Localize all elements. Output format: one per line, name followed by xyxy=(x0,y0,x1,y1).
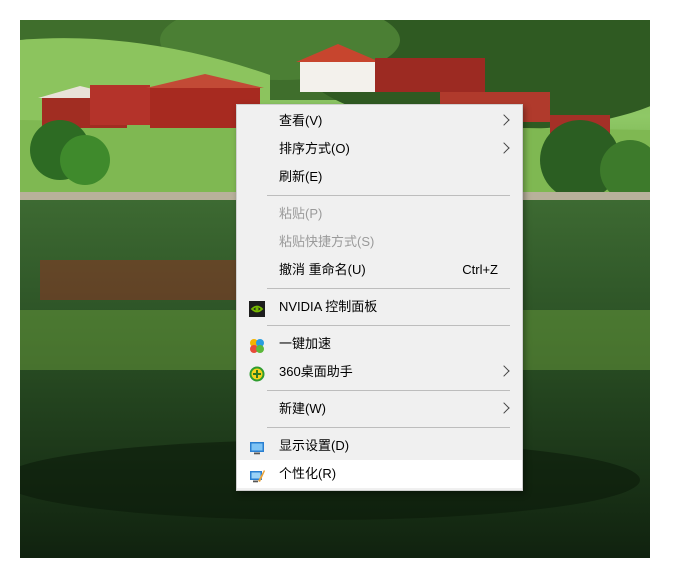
menu-item-label: 查看(V) xyxy=(279,113,323,128)
menu-item-label: 新建(W) xyxy=(279,401,326,416)
menu-item-label: 排序方式(O) xyxy=(279,141,350,156)
menu-item-shortcut: Ctrl+Z xyxy=(462,262,498,277)
menu-item-speedup[interactable]: 一键加速 xyxy=(237,330,522,358)
menu-separator xyxy=(267,427,510,428)
menu-item-view[interactable]: 查看(V) xyxy=(237,107,522,135)
menu-item-sort[interactable]: 排序方式(O) xyxy=(237,135,522,163)
menu-item-paste-shortcut[interactable]: 粘贴快捷方式(S) xyxy=(237,228,522,256)
monitor-icon xyxy=(249,438,265,455)
menu-separator xyxy=(267,195,510,196)
nvidia-icon xyxy=(249,299,265,317)
menu-item-new[interactable]: 新建(W) xyxy=(237,395,522,423)
desktop-context-menu: 查看(V) 排序方式(O) 刷新(E) 粘贴(P) 粘贴快捷方式(S) 撤消 重… xyxy=(236,104,523,491)
menu-item-personalize[interactable]: 个性化(R) xyxy=(237,460,522,488)
menu-item-label: 360桌面助手 xyxy=(279,364,353,379)
menu-item-paste[interactable]: 粘贴(P) xyxy=(237,200,522,228)
submenu-arrow-icon xyxy=(498,365,510,377)
menu-separator xyxy=(267,288,510,289)
menu-item-display-settings[interactable]: 显示设置(D) xyxy=(237,432,522,460)
submenu-arrow-icon xyxy=(498,114,510,126)
360-helper-icon xyxy=(249,364,265,382)
menu-item-360-desktop-helper[interactable]: 360桌面助手 xyxy=(237,358,522,386)
menu-item-undo-rename[interactable]: 撤消 重命名(U) Ctrl+Z xyxy=(237,256,522,284)
menu-item-label: 显示设置(D) xyxy=(279,438,350,453)
menu-item-label: 刷新(E) xyxy=(279,169,323,184)
menu-separator xyxy=(267,390,510,391)
submenu-arrow-icon xyxy=(498,142,510,154)
speedup-icon xyxy=(249,336,265,353)
menu-item-label: 粘贴快捷方式(S) xyxy=(279,234,375,249)
menu-item-refresh[interactable]: 刷新(E) xyxy=(237,163,522,191)
menu-separator xyxy=(267,325,510,326)
submenu-arrow-icon xyxy=(498,402,510,414)
menu-item-label: 撤消 重命名(U) xyxy=(279,262,366,277)
menu-item-label: NVIDIA 控制面板 xyxy=(279,299,378,314)
menu-item-label: 粘贴(P) xyxy=(279,206,323,221)
menu-item-nvidia-control-panel[interactable]: NVIDIA 控制面板 xyxy=(237,293,522,321)
menu-item-label: 一键加速 xyxy=(279,336,332,351)
menu-item-label: 个性化(R) xyxy=(279,466,337,481)
personalize-icon xyxy=(249,466,265,483)
